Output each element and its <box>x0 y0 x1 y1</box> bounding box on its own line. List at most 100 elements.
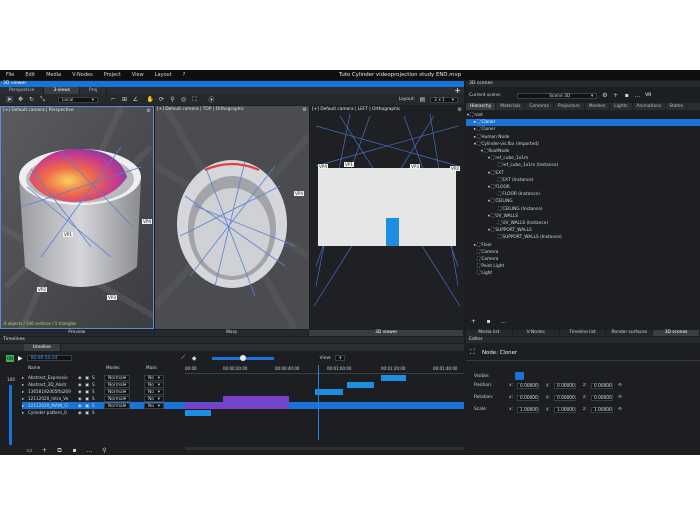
tab-animations[interactable]: Animations <box>633 103 667 110</box>
zoom-slider-handle[interactable] <box>239 354 246 361</box>
delete-icon[interactable]: ▪ <box>485 318 492 325</box>
gear-icon[interactable]: ⚙ <box>303 107 307 113</box>
y-field[interactable]: 0.00000 <box>554 383 576 389</box>
tree-item[interactable]: ▾⛶ UV_WALLS <box>466 213 700 220</box>
eye-icon[interactable]: ◉ <box>78 402 82 409</box>
add-icon[interactable]: + <box>470 318 477 325</box>
fit-icon[interactable]: ⛶ <box>191 96 198 103</box>
gear-icon[interactable]: ⚙ <box>458 107 462 113</box>
marker-icon[interactable]: ◆ <box>191 355 198 362</box>
add-icon[interactable]: + <box>612 92 619 99</box>
eye-icon[interactable]: ◉ <box>78 374 82 381</box>
expand-icon[interactable]: ▸ <box>466 242 477 249</box>
tree-item[interactable]: ⛶ CEILING (Instance) <box>466 206 700 213</box>
viewport-top[interactable]: [+] Default camera | TOP | Orthographic … <box>155 106 309 329</box>
eye-icon[interactable]: ◉ <box>78 388 82 395</box>
z-field[interactable]: 1.00000 <box>591 407 613 413</box>
x-field[interactable]: 1.00000 <box>517 407 539 413</box>
solo-icon[interactable]: S <box>92 409 95 416</box>
menu-media[interactable]: Media <box>40 72 66 78</box>
lock-icon[interactable]: ▣ <box>85 388 89 395</box>
viewport-perspective[interactable]: [+] Default camera | Perspective ⚙ 6 obj… <box>0 106 154 329</box>
expand-icon[interactable]: ▾ <box>466 213 491 220</box>
menu-help[interactable]: ? <box>177 72 191 78</box>
solo-icon[interactable]: S <box>92 402 95 409</box>
current-scene-dropdown[interactable]: Scene 3D ▾ <box>517 92 598 99</box>
clip[interactable] <box>185 403 289 409</box>
more-icon[interactable]: … <box>500 318 507 325</box>
add-icon[interactable]: + <box>41 447 48 454</box>
time-ruler[interactable]: 00:00 00:00:20:00 00:00:40:00 00:01:00:0… <box>185 365 464 374</box>
track-row[interactable]: ▸ 12112020_Intro_Ve ◉ ▣ S Normal ▾ No ▾ <box>22 395 207 402</box>
tree-item[interactable]: ▸⛶ Cloner <box>466 126 700 133</box>
clip[interactable] <box>185 410 211 416</box>
expand-icon[interactable]: ▸ <box>22 388 24 395</box>
clip-area[interactable] <box>185 365 464 440</box>
tree-item[interactable]: ⛶ UV_WALLS (Instance) <box>466 220 700 227</box>
mask-dropdown[interactable]: No ▾ <box>144 402 164 409</box>
mode-dropdown[interactable]: Normal ▾ <box>104 381 130 388</box>
expand-icon[interactable]: ▸ <box>22 409 24 416</box>
tree-item[interactable]: ▸⛶ Cloner <box>466 119 700 127</box>
reset-icon[interactable]: ⟲ <box>618 395 622 400</box>
vr-button[interactable]: VR <box>645 93 651 98</box>
mode-dropdown[interactable]: Normal ▾ <box>104 388 130 395</box>
tab-warp[interactable]: Warp <box>155 330 310 336</box>
rotate-icon[interactable]: ↻ <box>28 96 35 103</box>
eye-icon[interactable]: ◉ <box>78 381 82 388</box>
x-field[interactable]: 0.00000 <box>517 383 539 389</box>
tree-item[interactable]: ▾⛶ RootNode <box>466 148 700 155</box>
menu-v-nodes[interactable]: V-Nodes <box>66 72 98 78</box>
solo-icon[interactable]: S <box>92 374 95 381</box>
grid-snap-icon[interactable]: ⊞ <box>121 96 128 103</box>
select-arrow-icon[interactable]: ➤ <box>6 96 13 103</box>
menu-file[interactable]: File <box>0 72 19 78</box>
track-row[interactable]: ▸ Abstract_3D_Abstr ◉ ▣ S Normal ▾ No ▾ <box>22 381 207 388</box>
expand-icon[interactable]: ▾ <box>466 170 491 177</box>
eye-icon[interactable]: ◉ <box>78 395 82 402</box>
expand-icon[interactable]: ▸ <box>22 395 24 402</box>
mode-dropdown[interactable]: Normal ▾ <box>104 402 130 409</box>
tab-3-views[interactable]: 3-views <box>44 87 81 94</box>
tab-preview[interactable]: Preview <box>0 330 155 336</box>
curve-icon[interactable]: ⟋ <box>180 354 187 362</box>
space-dropdown[interactable]: Local ▾ <box>58 96 98 103</box>
eye-icon[interactable]: ◉ <box>78 409 82 416</box>
tab-timeline-list[interactable]: Timeline list <box>560 330 607 336</box>
expand-icon[interactable]: ▸ <box>466 126 477 133</box>
tree-item[interactable]: ▾⛶ root <box>466 112 700 119</box>
snap-icon[interactable]: ⌐ <box>110 96 117 103</box>
solo-icon[interactable]: S <box>92 388 95 395</box>
mask-dropdown[interactable]: No ▾ <box>144 381 164 388</box>
delete-icon[interactable]: ▪ <box>71 447 78 454</box>
gear-icon[interactable]: ⚙ <box>601 92 608 99</box>
camera-icon[interactable]: ⦿ <box>208 96 215 104</box>
tree-item[interactable]: ▾⛶ SUPPORT_WALLS <box>466 227 700 234</box>
tab-meshes[interactable]: Meshes <box>585 103 611 110</box>
tab-media-list[interactable]: Media list <box>466 330 513 336</box>
tree-item[interactable]: ⛶ EXT (Instance) <box>466 177 700 184</box>
reset-icon[interactable]: ⟲ <box>618 383 622 388</box>
lock-icon[interactable]: ▣ <box>85 395 89 402</box>
tree-item[interactable]: ▸⛶ Floor <box>466 242 700 249</box>
lock-icon[interactable]: ▣ <box>85 374 89 381</box>
record-button[interactable]: ON <box>6 354 14 362</box>
layout-icon[interactable]: ▤ <box>419 96 426 103</box>
expand-icon[interactable]: ▾ <box>466 155 491 162</box>
tree-item[interactable]: ▾⛶ EXT <box>466 170 700 177</box>
vertical-zoom-slider[interactable] <box>9 385 12 445</box>
scale-icon[interactable]: ⤡ <box>39 96 46 103</box>
hand-icon[interactable]: ✋ <box>147 96 154 103</box>
orbit-icon[interactable]: ⟳ <box>158 96 165 103</box>
tree-item[interactable]: ▾⛶ CEILING <box>466 198 700 205</box>
tab-3d-viewer[interactable]: 3D viewer <box>309 330 465 336</box>
mask-dropdown[interactable]: No ▾ <box>144 388 164 395</box>
track-row[interactable]: ▸ Cylinder pattern_0 ◉ ▣ S <box>22 409 207 416</box>
more-icon[interactable]: … <box>634 92 641 99</box>
tab-projectors[interactable]: Projectors <box>554 103 585 110</box>
track-row[interactable]: ▸ 13658192005ffa269 ◉ ▣ S Normal ▾ No ▾ <box>22 388 207 395</box>
expand-icon[interactable]: ▾ <box>466 184 491 191</box>
mask-dropdown[interactable]: No ▾ <box>144 395 164 402</box>
tree-item[interactable]: ▾⛶ Cylinder-vis.fbx (Imported) <box>466 141 700 148</box>
expand-icon[interactable]: ▾ <box>466 227 491 234</box>
